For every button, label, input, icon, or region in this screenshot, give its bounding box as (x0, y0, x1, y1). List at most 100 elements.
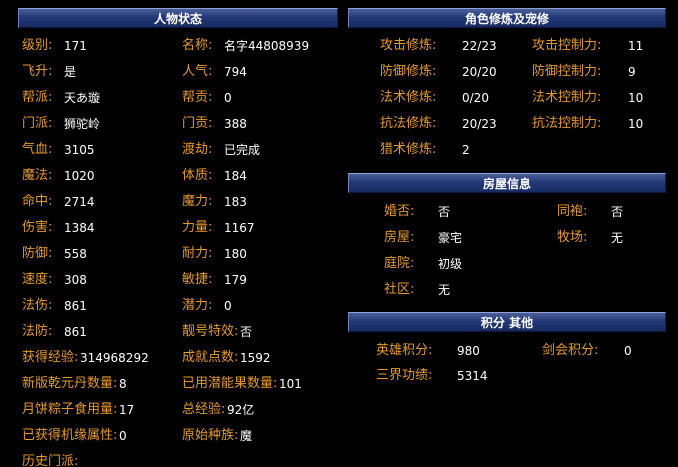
field-value: 92亿 (227, 403, 255, 417)
field-value: 10 (628, 117, 644, 131)
field-value: 否 (611, 205, 624, 219)
field-label: 总经验: (182, 402, 226, 417)
house-info-title: 房屋信息 (482, 177, 531, 191)
field-value: 是 (64, 65, 77, 79)
field-label: 历史门派: (22, 454, 79, 467)
field-value: 1384 (64, 221, 95, 235)
field-label: 力量: (182, 220, 213, 235)
field-label: 庭院: (384, 256, 415, 271)
field-label: 耐力: (182, 246, 213, 261)
field-value: 980 (457, 344, 480, 358)
field-label: 社区: (384, 282, 415, 297)
field-value: 388 (224, 117, 247, 131)
field-label: 抗法修炼: (380, 116, 437, 131)
field-value: 794 (224, 65, 247, 79)
field-value: 22/23 (462, 39, 497, 53)
field-label: 猎术修炼: (380, 142, 437, 157)
field-value: 171 (64, 39, 87, 53)
field-value: 179 (224, 273, 247, 287)
field-value: 无 (438, 283, 451, 297)
house-info-header: 房屋信息 (348, 173, 666, 193)
field-label: 潜力: (182, 298, 213, 313)
field-label: 法术控制力: (532, 90, 602, 105)
field-value: 1592 (240, 351, 271, 365)
field-label: 速度: (22, 272, 53, 287)
field-label: 月饼粽子食用量: (22, 402, 118, 417)
field-label: 已获得机缘属性: (22, 428, 118, 443)
field-value: 已完成 (224, 143, 261, 157)
field-value: 10 (628, 91, 644, 105)
field-value: 天あ璇 (64, 91, 101, 105)
field-value: 20/23 (462, 117, 497, 131)
points-header: 积分 其他 (348, 312, 666, 332)
field-value: 183 (224, 195, 247, 209)
field-label: 成就点数: (182, 350, 239, 365)
field-value: 1167 (224, 221, 255, 235)
field-label: 牧场: (557, 230, 588, 245)
field-label: 法防: (22, 324, 53, 339)
field-value: 0/20 (462, 91, 489, 105)
field-value: 否 (240, 325, 253, 339)
field-value: 101 (279, 377, 302, 391)
field-label: 已用潜能果数量: (182, 376, 278, 391)
field-value: 狮驼岭 (64, 117, 101, 131)
field-label: 门贡: (182, 116, 213, 131)
field-label: 门派: (22, 116, 53, 131)
field-value: 5314 (457, 369, 488, 383)
field-label: 渡劫: (182, 142, 213, 157)
field-label: 攻击修炼: (380, 38, 437, 53)
field-value: 17 (119, 403, 135, 417)
field-label: 魔法: (22, 168, 53, 183)
points-title: 积分 其他 (480, 316, 534, 330)
field-value: 8 (119, 377, 127, 391)
field-label: 法伤: (22, 298, 53, 313)
cultivation-header: 角色修炼及宠修 (348, 8, 666, 28)
field-value: 308 (64, 273, 87, 287)
field-value: 184 (224, 169, 247, 183)
field-value: 2 (462, 143, 470, 157)
field-label: 人气: (182, 64, 213, 79)
field-value: 名字44808939 (224, 39, 310, 53)
field-label: 气血: (22, 142, 53, 157)
field-label: 房屋: (384, 230, 415, 245)
field-value: 180 (224, 247, 247, 261)
field-label: 防御修炼: (380, 64, 437, 79)
field-value: 20/20 (462, 65, 497, 79)
field-value: 861 (64, 325, 87, 339)
field-label: 伤害: (22, 220, 53, 235)
field-value: 0 (224, 91, 232, 105)
field-label: 法术修炼: (380, 90, 437, 105)
field-value: 0 (224, 299, 232, 313)
field-label: 婚否: (384, 204, 415, 219)
field-label: 帮贡: (182, 90, 213, 105)
field-label: 剑会积分: (542, 343, 599, 358)
field-label: 体质: (182, 168, 213, 183)
field-value: 11 (628, 39, 644, 53)
field-label: 靓号特效: (182, 324, 239, 339)
field-label: 同袍: (557, 204, 588, 219)
field-label: 敏捷: (182, 272, 213, 287)
field-label: 防御: (22, 246, 53, 261)
field-label: 三界功绩: (376, 368, 433, 383)
field-value: 558 (64, 247, 87, 261)
field-value: 861 (64, 299, 87, 313)
field-value: 豪宅 (438, 231, 463, 245)
character-status-header: 人物状态 (18, 8, 338, 28)
field-label: 名称: (182, 38, 213, 53)
field-label: 魔力: (182, 194, 213, 209)
field-label: 级别: (22, 38, 53, 53)
field-label: 命中: (22, 194, 53, 209)
field-value: 魔 (240, 429, 253, 443)
field-value: 初级 (438, 257, 463, 271)
character-status-title: 人物状态 (153, 12, 202, 26)
field-label: 帮派: (22, 90, 53, 105)
field-label: 获得经验: (22, 350, 79, 365)
field-value: 无 (611, 231, 624, 245)
field-label: 抗法控制力: (532, 116, 602, 131)
field-value: 9 (628, 65, 636, 79)
field-label: 新版乾元丹数量: (22, 376, 118, 391)
field-value: 1020 (64, 169, 95, 183)
field-value: 0 (119, 429, 127, 443)
field-label: 原始种族: (182, 428, 239, 443)
field-value: 314968292 (80, 351, 149, 365)
